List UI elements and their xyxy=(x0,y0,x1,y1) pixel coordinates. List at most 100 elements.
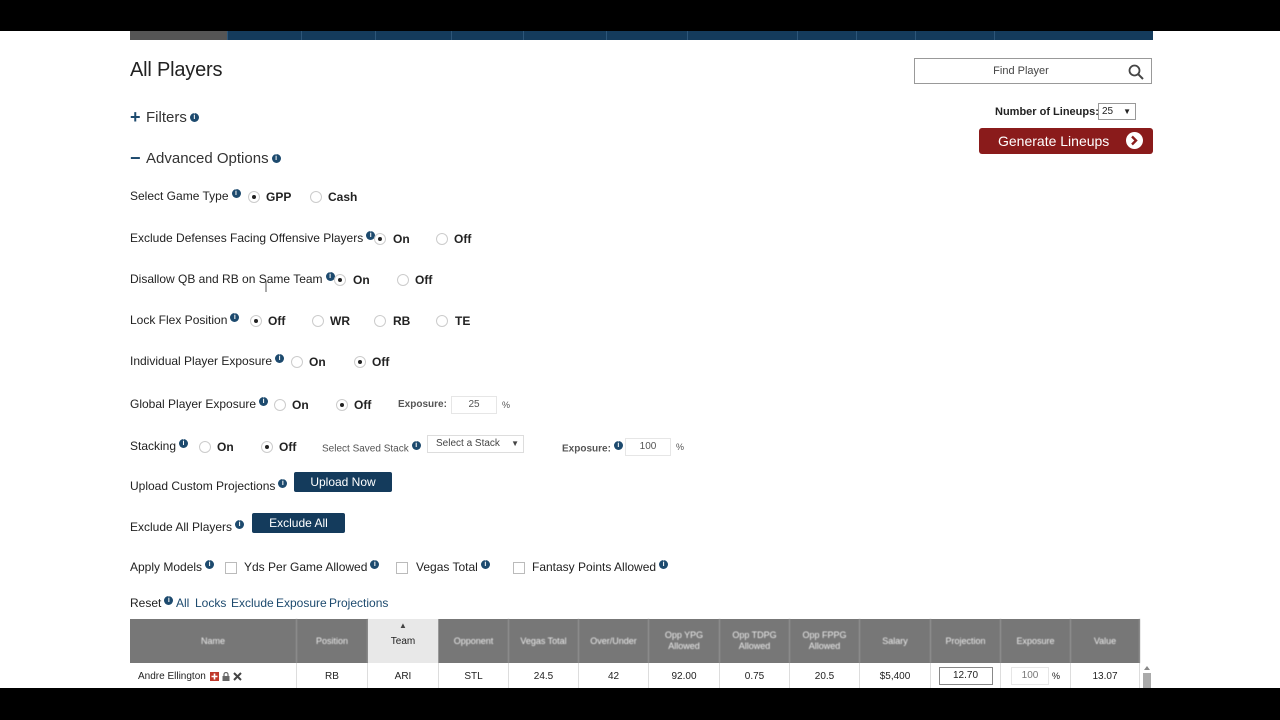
column-header-opp-tdpg[interactable]: Opp TDPG Allowed xyxy=(720,619,790,663)
info-icon[interactable]: i xyxy=(370,560,380,569)
search-icon[interactable] xyxy=(1128,64,1144,80)
minus-icon: − xyxy=(130,148,141,168)
nav-tab[interactable] xyxy=(916,31,995,40)
column-header-exposure[interactable]: Exposure xyxy=(1001,619,1071,663)
plus-icon: + xyxy=(130,107,141,127)
info-icon[interactable]: i xyxy=(235,520,245,529)
column-header-salary[interactable]: Salary xyxy=(860,619,931,663)
game-type-cash-radio[interactable] xyxy=(310,191,322,203)
nav-tab[interactable] xyxy=(524,31,607,40)
nav-tab[interactable] xyxy=(452,31,524,40)
exposure-input[interactable]: 100 xyxy=(1010,667,1049,685)
individual-exposure-on-label: On xyxy=(309,355,326,369)
lock-flex-label: Lock Flex Position i xyxy=(130,313,240,327)
info-icon[interactable]: i xyxy=(205,560,215,569)
vegas-total-checkbox[interactable] xyxy=(396,562,408,574)
global-exposure-off-radio[interactable] xyxy=(336,399,348,411)
exclude-icon[interactable] xyxy=(233,671,242,681)
info-icon[interactable]: i xyxy=(613,441,623,450)
advanced-options-toggle[interactable]: − Advanced Options i xyxy=(130,148,281,169)
nav-tab[interactable] xyxy=(688,31,798,40)
nav-tab[interactable] xyxy=(857,31,916,40)
lineups-value: 25 xyxy=(1102,106,1114,117)
disallow-qb-rb-off-radio[interactable] xyxy=(397,274,409,286)
info-icon[interactable]: i xyxy=(230,313,240,322)
exclude-defenses-off-radio[interactable] xyxy=(436,233,448,245)
filters-toggle[interactable]: + Filters i xyxy=(130,107,199,128)
column-header-name[interactable]: Name xyxy=(130,619,297,663)
nav-tab[interactable] xyxy=(302,31,376,40)
reset-projections-link[interactable]: Projections xyxy=(329,596,388,610)
nav-tab[interactable] xyxy=(228,31,302,40)
apply-models-label: Apply Models i xyxy=(130,560,215,574)
info-icon[interactable]: i xyxy=(179,439,189,448)
saved-stack-select[interactable]: Select a Stack ▼ xyxy=(427,435,524,453)
lock-flex-te-radio[interactable] xyxy=(436,315,448,327)
filters-label: Filters xyxy=(146,109,187,126)
generate-lineups-button[interactable]: Generate Lineups xyxy=(979,128,1153,154)
exclude-all-button[interactable]: Exclude All xyxy=(252,513,345,533)
position-cell: RB xyxy=(297,663,368,688)
reset-all-link[interactable]: All xyxy=(176,596,189,610)
add-icon[interactable] xyxy=(209,671,219,681)
find-player-input[interactable]: Find Player xyxy=(914,58,1152,84)
player-name[interactable]: Andre Ellington xyxy=(138,671,206,682)
fantasy-points-checkbox[interactable] xyxy=(513,562,525,574)
projection-input[interactable]: 12.70 xyxy=(938,667,993,685)
disallow-qb-rb-on-radio[interactable] xyxy=(334,274,346,286)
nav-tab[interactable] xyxy=(607,31,688,40)
game-type-gpp-radio[interactable] xyxy=(248,191,260,203)
individual-exposure-on-radio[interactable] xyxy=(291,356,303,368)
table-scrollbar[interactable] xyxy=(1142,664,1152,688)
global-exposure-on-radio[interactable] xyxy=(274,399,286,411)
column-header-opp-fppg[interactable]: Opp FPPG Allowed xyxy=(790,619,860,663)
nav-tab[interactable] xyxy=(130,31,228,40)
nav-tab[interactable] xyxy=(798,31,857,40)
top-navigation xyxy=(130,31,1153,40)
column-header-over-under[interactable]: Over/Under xyxy=(579,619,649,663)
upload-now-button[interactable]: Upload Now xyxy=(294,472,392,492)
column-header-value[interactable]: Value xyxy=(1071,619,1140,663)
info-icon[interactable]: i xyxy=(271,154,281,163)
lock-flex-wr-radio[interactable] xyxy=(312,315,324,327)
stacking-on-label: On xyxy=(217,440,234,454)
global-exposure-input[interactable]: 25 xyxy=(451,396,497,414)
info-icon[interactable]: i xyxy=(164,596,174,605)
advanced-options-label: Advanced Options xyxy=(146,150,269,167)
column-header-position[interactable]: Position xyxy=(297,619,368,663)
info-icon[interactable]: i xyxy=(231,189,241,198)
nav-tab[interactable] xyxy=(376,31,452,40)
column-header-team[interactable]: ▲ Team xyxy=(368,619,439,663)
percent-sign: % xyxy=(676,442,685,452)
yds-per-game-checkbox[interactable] xyxy=(225,562,237,574)
info-icon[interactable]: i xyxy=(189,113,199,122)
global-exposure-label: Global Player Exposure i xyxy=(130,397,269,411)
info-icon[interactable]: i xyxy=(480,560,490,569)
column-header-opp-ypg[interactable]: Opp YPG Allowed xyxy=(649,619,720,663)
stacking-off-radio[interactable] xyxy=(261,441,273,453)
opp-tdpg-cell: 0.75 xyxy=(720,663,790,688)
column-header-vegas-total[interactable]: Vegas Total xyxy=(509,619,579,663)
reset-locks-link[interactable]: Locks xyxy=(195,596,226,610)
caret-down-icon: ▼ xyxy=(1123,107,1131,116)
screen-top-bar xyxy=(0,0,1280,31)
info-icon[interactable]: i xyxy=(659,560,669,569)
reset-exposure-link[interactable]: Exposure xyxy=(276,596,327,610)
stacking-on-radio[interactable] xyxy=(199,441,211,453)
info-icon[interactable]: i xyxy=(278,479,288,488)
info-icon[interactable]: i xyxy=(259,397,269,406)
info-icon[interactable]: i xyxy=(411,441,421,450)
info-icon[interactable]: i xyxy=(275,354,285,363)
lock-flex-off-radio[interactable] xyxy=(250,315,262,327)
page: All Players + Filters i − Advanced Optio… xyxy=(0,31,1280,688)
lock-icon[interactable] xyxy=(222,671,230,681)
exclude-defenses-off-label: Off xyxy=(454,232,472,246)
individual-exposure-off-radio[interactable] xyxy=(354,356,366,368)
column-header-projection[interactable]: Projection xyxy=(931,619,1001,663)
reset-exclude-link[interactable]: Exclude xyxy=(231,596,274,610)
lock-flex-rb-radio[interactable] xyxy=(374,315,386,327)
number-of-lineups-select[interactable]: 25 ▼ xyxy=(1098,103,1136,120)
exclude-defenses-on-radio[interactable] xyxy=(374,233,386,245)
column-header-opponent[interactable]: Opponent xyxy=(439,619,509,663)
stack-exposure-input[interactable]: 100 xyxy=(625,438,671,456)
